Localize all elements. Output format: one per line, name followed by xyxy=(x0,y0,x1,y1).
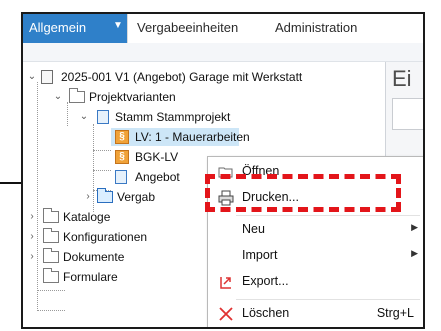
menu-item-label: Löschen xyxy=(242,306,290,320)
tree-guide-line xyxy=(93,170,111,171)
tree-item-label: Dokumente xyxy=(63,250,125,264)
menu-separator xyxy=(236,215,420,216)
tree-item-label: Formulare xyxy=(63,270,118,284)
tree-item-label: BGK-LV xyxy=(135,150,179,164)
tree-item-kataloge[interactable]: › Kataloge xyxy=(23,208,203,226)
delete-x-icon xyxy=(218,306,234,322)
chevron-right-icon[interactable]: › xyxy=(27,248,37,266)
menu-item-label: Neu xyxy=(242,222,265,236)
menu-separator xyxy=(236,299,420,300)
tree-item-label: 2025-001 V1 (Angebot) Garage mit Werksta… xyxy=(61,70,303,84)
variant-icon xyxy=(97,110,109,124)
folder-icon xyxy=(43,268,59,283)
tab-divider xyxy=(127,14,128,43)
shortcut-label: Strg+L xyxy=(376,306,414,320)
tree-item-angebot[interactable]: Angebot xyxy=(111,168,201,186)
chevron-right-icon[interactable]: › xyxy=(27,228,37,246)
tree-item-bgk-lv[interactable]: § BGK-LV xyxy=(111,148,201,166)
folder-open-icon xyxy=(69,88,85,103)
chevron-down-icon[interactable]: ⌄ xyxy=(53,88,63,106)
menu-item-delete[interactable]: Löschen Strg+L xyxy=(208,303,423,325)
chevron-down-icon[interactable]: ⌄ xyxy=(79,108,89,126)
tree-item-label: Projektvarianten xyxy=(89,90,176,104)
tree-guide-line xyxy=(37,290,65,291)
folder-icon xyxy=(43,228,59,243)
chevron-right-icon[interactable]: › xyxy=(27,208,37,226)
tree-item-label: LV: 1 - Mauerarbeiten xyxy=(135,130,250,144)
menu-item-export[interactable]: Export... xyxy=(208,271,423,293)
tree-item-projektvarianten[interactable]: ⌄ Projektvarianten xyxy=(23,88,383,106)
tree-item-label: Angebot xyxy=(135,170,180,184)
tree-item-stammprojekt[interactable]: ⌄ Stamm Stammprojekt xyxy=(23,108,383,126)
tree-item-project[interactable]: ⌄ 2025-001 V1 (Angebot) Garage mit Werks… xyxy=(23,68,383,86)
ribbon-tabbar: Allgemein ▼ Vergabeeinheiten Administrat… xyxy=(23,14,423,44)
tree-item-formulare[interactable]: Formulare xyxy=(23,268,203,286)
tab-allgemein-label: Allgemein xyxy=(29,20,87,35)
tree-item-label: Vergab xyxy=(117,190,156,204)
tab-allgemein[interactable]: Allgemein ▼ xyxy=(23,14,127,43)
app-window: Allgemein ▼ Vergabeeinheiten Administrat… xyxy=(21,12,425,329)
lv-icon: § xyxy=(115,130,129,144)
tree-item-dokumente[interactable]: › Dokumente xyxy=(23,248,203,266)
tree-guide-line xyxy=(93,150,111,151)
tree-item-label: Konfigurationen xyxy=(63,230,148,244)
tree-item-konfigurationen[interactable]: › Konfigurationen xyxy=(23,228,203,246)
menu-item-new[interactable]: Neu ▶ xyxy=(208,219,423,241)
annotation-highlight-box xyxy=(205,174,401,212)
calculation-icon xyxy=(115,170,127,184)
lv-icon: § xyxy=(115,150,129,164)
chevron-right-icon[interactable]: › xyxy=(83,188,93,206)
folder-icon xyxy=(97,188,113,203)
tab-vergabeeinheiten[interactable]: Vergabeeinheiten xyxy=(137,20,238,35)
project-icon xyxy=(41,70,53,84)
tree-item-vergabe[interactable]: › Vergab xyxy=(83,188,203,206)
submenu-arrow-icon: ▶ xyxy=(411,222,418,232)
tab-administration[interactable]: Administration xyxy=(275,20,357,35)
detail-title: Ei xyxy=(392,66,412,91)
chevron-down-icon[interactable]: ⌄ xyxy=(27,68,37,86)
sub-toolbar xyxy=(23,43,423,62)
tree-guide-line xyxy=(37,310,65,311)
chevron-down-icon[interactable]: ▼ xyxy=(113,20,123,31)
folder-icon xyxy=(43,248,59,263)
tree-item-label: Kataloge xyxy=(63,210,111,224)
menu-item-label: Export... xyxy=(242,274,289,288)
tree-item-label: Stamm Stammprojekt xyxy=(115,110,231,124)
folder-icon xyxy=(43,208,59,223)
submenu-arrow-icon: ▶ xyxy=(411,248,418,258)
detail-box xyxy=(392,98,423,130)
tree-item-lv-mauerarbeiten[interactable]: § LV: 1 - Mauerarbeiten xyxy=(111,128,250,146)
menu-item-label: Import xyxy=(242,248,278,262)
menu-item-import[interactable]: Import ▶ xyxy=(208,245,423,267)
export-icon xyxy=(218,274,234,290)
